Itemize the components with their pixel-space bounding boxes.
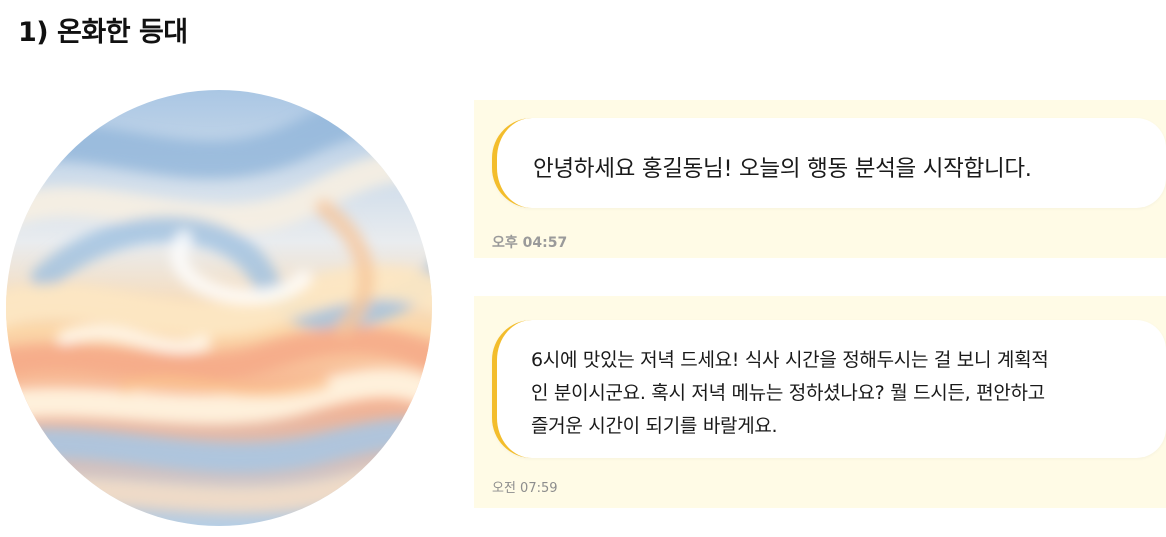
message-text-line: 6시에 맛있는 저녁 드세요! 식사 시간을 정해두시는 걸 보니 계획적 bbox=[531, 349, 1049, 371]
message-card: 6시에 맛있는 저녁 드세요! 식사 시간을 정해두시는 걸 보니 계획적 인 … bbox=[474, 296, 1166, 508]
message-bubble: 6시에 맛있는 저녁 드세요! 식사 시간을 정해두시는 걸 보니 계획적 인 … bbox=[492, 320, 1166, 458]
message-text-line: 안녕하세요 홍길동님! 오늘의 행동 분석을 시작합니다. bbox=[533, 156, 1032, 182]
message-text-line: 즐거운 시간이 되기를 바랄게요. bbox=[531, 415, 778, 437]
message-timestamp: 오후 04:57 bbox=[492, 235, 568, 251]
chat-page: 1) 온화한 등대 안녕하세요 홍길동님! 오늘의 행동 분석을 시작합니다. … bbox=[0, 0, 1166, 537]
message-bubble: 안녕하세요 홍길동님! 오늘의 행동 분석을 시작합니다. bbox=[492, 118, 1166, 208]
message-card: 안녕하세요 홍길동님! 오늘의 행동 분석을 시작합니다. 오후 04:57 bbox=[474, 100, 1166, 258]
page-title: 1) 온화한 등대 bbox=[18, 17, 188, 48]
message-text-line: 인 분이시군요. 혹시 저녁 메뉴는 정하셨나요? 뭘 드시든, 편안하고 bbox=[531, 382, 1045, 404]
message-timestamp: 오전 07:59 bbox=[492, 481, 558, 496]
swirl-sunset-avatar-icon bbox=[4, 88, 434, 528]
